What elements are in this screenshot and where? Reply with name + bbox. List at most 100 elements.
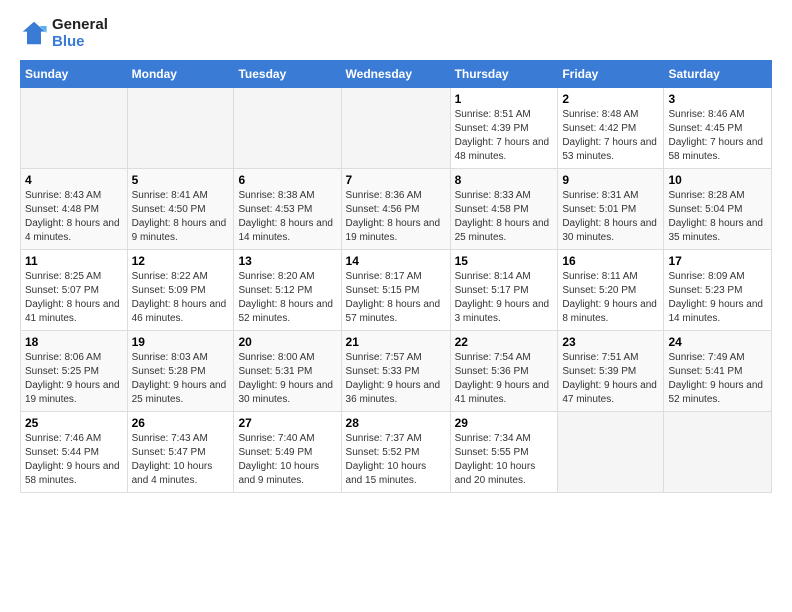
calendar-cell xyxy=(558,412,664,493)
weekday-header-friday: Friday xyxy=(558,61,664,88)
day-info: Sunrise: 8:31 AM Sunset: 5:01 PM Dayligh… xyxy=(562,189,659,245)
weekday-header-wednesday: Wednesday xyxy=(341,61,450,88)
day-number: 8 xyxy=(455,173,554,187)
day-info: Sunrise: 7:34 AM Sunset: 5:55 PM Dayligh… xyxy=(455,432,554,488)
day-info: Sunrise: 8:33 AM Sunset: 4:58 PM Dayligh… xyxy=(455,189,554,245)
day-info: Sunrise: 8:03 AM Sunset: 5:28 PM Dayligh… xyxy=(132,351,230,407)
day-info: Sunrise: 8:06 AM Sunset: 5:25 PM Dayligh… xyxy=(25,351,123,407)
day-info: Sunrise: 8:22 AM Sunset: 5:09 PM Dayligh… xyxy=(132,270,230,326)
calendar-cell: 11 Sunrise: 8:25 AM Sunset: 5:07 PM Dayli… xyxy=(21,250,128,331)
calendar-cell: 19 Sunrise: 8:03 AM Sunset: 5:28 PM Dayli… xyxy=(127,331,234,412)
day-info: Sunrise: 8:51 AM Sunset: 4:39 PM Dayligh… xyxy=(455,108,554,164)
day-number: 14 xyxy=(346,254,446,268)
logo: General Blue xyxy=(20,16,108,50)
day-number: 13 xyxy=(238,254,336,268)
day-number: 28 xyxy=(346,416,446,430)
calendar-cell: 2 Sunrise: 8:48 AM Sunset: 4:42 PM Daylig… xyxy=(558,88,664,169)
calendar-cell: 17 Sunrise: 8:09 AM Sunset: 5:23 PM Dayli… xyxy=(664,250,772,331)
weekday-header-sunday: Sunday xyxy=(21,61,128,88)
day-info: Sunrise: 8:46 AM Sunset: 4:45 PM Dayligh… xyxy=(668,108,767,164)
calendar-cell: 4 Sunrise: 8:43 AM Sunset: 4:48 PM Daylig… xyxy=(21,169,128,250)
calendar-cell: 5 Sunrise: 8:41 AM Sunset: 4:50 PM Daylig… xyxy=(127,169,234,250)
calendar-cell: 3 Sunrise: 8:46 AM Sunset: 4:45 PM Daylig… xyxy=(664,88,772,169)
calendar-cell: 28 Sunrise: 7:37 AM Sunset: 5:52 PM Dayli… xyxy=(341,412,450,493)
day-info: Sunrise: 8:00 AM Sunset: 5:31 PM Dayligh… xyxy=(238,351,336,407)
day-number: 4 xyxy=(25,173,123,187)
day-number: 1 xyxy=(455,92,554,106)
day-number: 16 xyxy=(562,254,659,268)
calendar-cell: 24 Sunrise: 7:49 AM Sunset: 5:41 PM Dayli… xyxy=(664,331,772,412)
day-info: Sunrise: 8:48 AM Sunset: 4:42 PM Dayligh… xyxy=(562,108,659,164)
calendar-cell: 29Sunrise: 7:34 AM Sunset: 5:55 PM Dayli… xyxy=(450,412,558,493)
day-number: 19 xyxy=(132,335,230,349)
day-number: 22 xyxy=(455,335,554,349)
day-number: 2 xyxy=(562,92,659,106)
calendar-cell: 1 Sunrise: 8:51 AM Sunset: 4:39 PM Daylig… xyxy=(450,88,558,169)
day-info: Sunrise: 7:46 AM Sunset: 5:44 PM Dayligh… xyxy=(25,432,123,488)
calendar-cell: 6 Sunrise: 8:38 AM Sunset: 4:53 PM Daylig… xyxy=(234,169,341,250)
day-number: 6 xyxy=(238,173,336,187)
day-info: Sunrise: 8:28 AM Sunset: 5:04 PM Dayligh… xyxy=(668,189,767,245)
day-number: 9 xyxy=(562,173,659,187)
calendar-cell: 15 Sunrise: 8:14 AM Sunset: 5:17 PM Dayli… xyxy=(450,250,558,331)
day-number: 27 xyxy=(238,416,336,430)
day-info: Sunrise: 7:54 AM Sunset: 5:36 PM Dayligh… xyxy=(455,351,554,407)
weekday-header-saturday: Saturday xyxy=(664,61,772,88)
day-number: 5 xyxy=(132,173,230,187)
day-number: 18 xyxy=(25,335,123,349)
calendar-cell xyxy=(341,88,450,169)
calendar-cell: 16 Sunrise: 8:11 AM Sunset: 5:20 PM Dayli… xyxy=(558,250,664,331)
calendar-cell: 27 Sunrise: 7:40 AM Sunset: 5:49 PM Dayli… xyxy=(234,412,341,493)
day-info: Sunrise: 7:40 AM Sunset: 5:49 PM Dayligh… xyxy=(238,432,336,488)
day-info: Sunrise: 8:25 AM Sunset: 5:07 PM Dayligh… xyxy=(25,270,123,326)
logo-icon xyxy=(20,19,48,47)
day-info: Sunrise: 8:11 AM Sunset: 5:20 PM Dayligh… xyxy=(562,270,659,326)
day-number: 23 xyxy=(562,335,659,349)
day-info: Sunrise: 7:49 AM Sunset: 5:41 PM Dayligh… xyxy=(668,351,767,407)
calendar-cell xyxy=(127,88,234,169)
day-number: 25 xyxy=(25,416,123,430)
day-number: 7 xyxy=(346,173,446,187)
logo-text: General Blue xyxy=(52,16,108,50)
weekday-header-thursday: Thursday xyxy=(450,61,558,88)
calendar-cell xyxy=(21,88,128,169)
calendar-cell: 7 Sunrise: 8:36 AM Sunset: 4:56 PM Daylig… xyxy=(341,169,450,250)
calendar-cell: 12 Sunrise: 8:22 AM Sunset: 5:09 PM Dayli… xyxy=(127,250,234,331)
day-info: Sunrise: 7:57 AM Sunset: 5:33 PM Dayligh… xyxy=(346,351,446,407)
day-info: Sunrise: 8:17 AM Sunset: 5:15 PM Dayligh… xyxy=(346,270,446,326)
day-number: 12 xyxy=(132,254,230,268)
day-number: 26 xyxy=(132,416,230,430)
day-info: Sunrise: 8:36 AM Sunset: 4:56 PM Dayligh… xyxy=(346,189,446,245)
day-info: Sunrise: 8:20 AM Sunset: 5:12 PM Dayligh… xyxy=(238,270,336,326)
day-info: Sunrise: 7:51 AM Sunset: 5:39 PM Dayligh… xyxy=(562,351,659,407)
weekday-header-tuesday: Tuesday xyxy=(234,61,341,88)
calendar-cell: 18 Sunrise: 8:06 AM Sunset: 5:25 PM Dayli… xyxy=(21,331,128,412)
day-number: 11 xyxy=(25,254,123,268)
day-info: Sunrise: 8:14 AM Sunset: 5:17 PM Dayligh… xyxy=(455,270,554,326)
day-info: Sunrise: 8:41 AM Sunset: 4:50 PM Dayligh… xyxy=(132,189,230,245)
calendar-cell: 13 Sunrise: 8:20 AM Sunset: 5:12 PM Dayli… xyxy=(234,250,341,331)
calendar-cell: 26 Sunrise: 7:43 AM Sunset: 5:47 PM Dayli… xyxy=(127,412,234,493)
day-number: 24 xyxy=(668,335,767,349)
day-number: 21 xyxy=(346,335,446,349)
day-info: Sunrise: 8:38 AM Sunset: 4:53 PM Dayligh… xyxy=(238,189,336,245)
calendar-cell: 23 Sunrise: 7:51 AM Sunset: 5:39 PM Dayli… xyxy=(558,331,664,412)
day-number: 10 xyxy=(668,173,767,187)
day-info: Sunrise: 8:43 AM Sunset: 4:48 PM Dayligh… xyxy=(25,189,123,245)
day-info: Sunrise: 8:09 AM Sunset: 5:23 PM Dayligh… xyxy=(668,270,767,326)
day-number: 15 xyxy=(455,254,554,268)
calendar-cell: 25 Sunrise: 7:46 AM Sunset: 5:44 PM Dayli… xyxy=(21,412,128,493)
calendar-table: SundayMondayTuesdayWednesdayThursdayFrid… xyxy=(20,60,772,493)
day-number: 17 xyxy=(668,254,767,268)
day-info: Sunrise: 7:43 AM Sunset: 5:47 PM Dayligh… xyxy=(132,432,230,488)
calendar-cell: 21 Sunrise: 7:57 AM Sunset: 5:33 PM Dayli… xyxy=(341,331,450,412)
day-number: 3 xyxy=(668,92,767,106)
calendar-cell: 9 Sunrise: 8:31 AM Sunset: 5:01 PM Daylig… xyxy=(558,169,664,250)
calendar-cell: 10 Sunrise: 8:28 AM Sunset: 5:04 PM Dayli… xyxy=(664,169,772,250)
day-number: 20 xyxy=(238,335,336,349)
calendar-cell: 8 Sunrise: 8:33 AM Sunset: 4:58 PM Daylig… xyxy=(450,169,558,250)
day-info: Sunrise: 7:37 AM Sunset: 5:52 PM Dayligh… xyxy=(346,432,446,488)
calendar-cell xyxy=(234,88,341,169)
weekday-header-monday: Monday xyxy=(127,61,234,88)
calendar-cell: 14 Sunrise: 8:17 AM Sunset: 5:15 PM Dayli… xyxy=(341,250,450,331)
